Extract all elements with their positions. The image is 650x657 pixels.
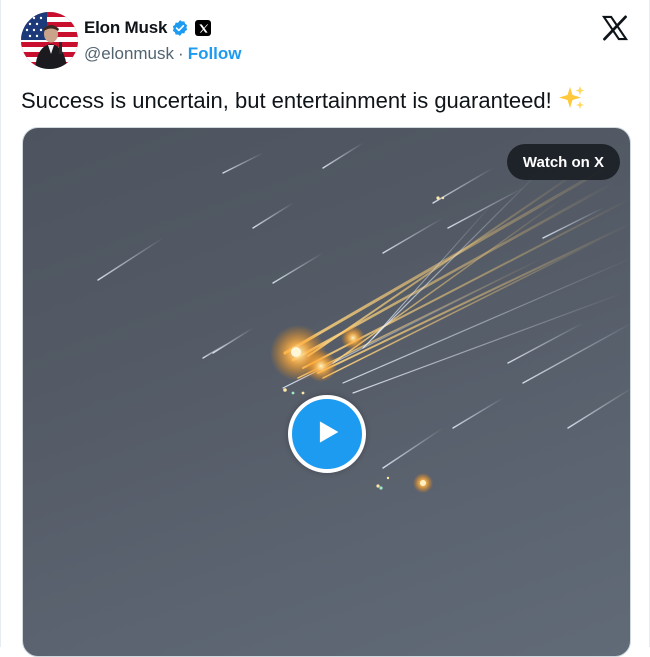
play-icon — [310, 415, 344, 454]
watch-on-x-button[interactable]: Watch on X — [506, 144, 620, 180]
verified-badge-icon — [171, 19, 189, 37]
play-button[interactable] — [288, 395, 366, 473]
sparkles-icon — [558, 84, 586, 120]
watch-on-x-label: Watch on X — [522, 153, 604, 171]
display-name[interactable]: Elon Musk — [84, 18, 167, 38]
tweet-text-content: Success is uncertain, but entertainment … — [21, 87, 552, 113]
tweet-header: Elon Musk @elonmusk · Follow — [21, 12, 631, 70]
avatar[interactable] — [21, 12, 78, 69]
video-thumbnail-image — [97, 142, 630, 493]
tweet-card: Elon Musk @elonmusk · Follow Success is … — [0, 0, 650, 657]
handle[interactable]: @elonmusk — [84, 44, 174, 64]
x-logo-icon[interactable] — [601, 14, 629, 42]
author-names: Elon Musk @elonmusk · Follow — [84, 16, 242, 66]
separator-dot: · — [178, 44, 184, 63]
x-affiliation-icon — [195, 20, 212, 36]
tweet-media-video[interactable]: Watch on X — [22, 127, 631, 657]
follow-button[interactable]: Follow — [188, 44, 242, 64]
tweet-text: Success is uncertain, but entertainment … — [21, 84, 631, 120]
